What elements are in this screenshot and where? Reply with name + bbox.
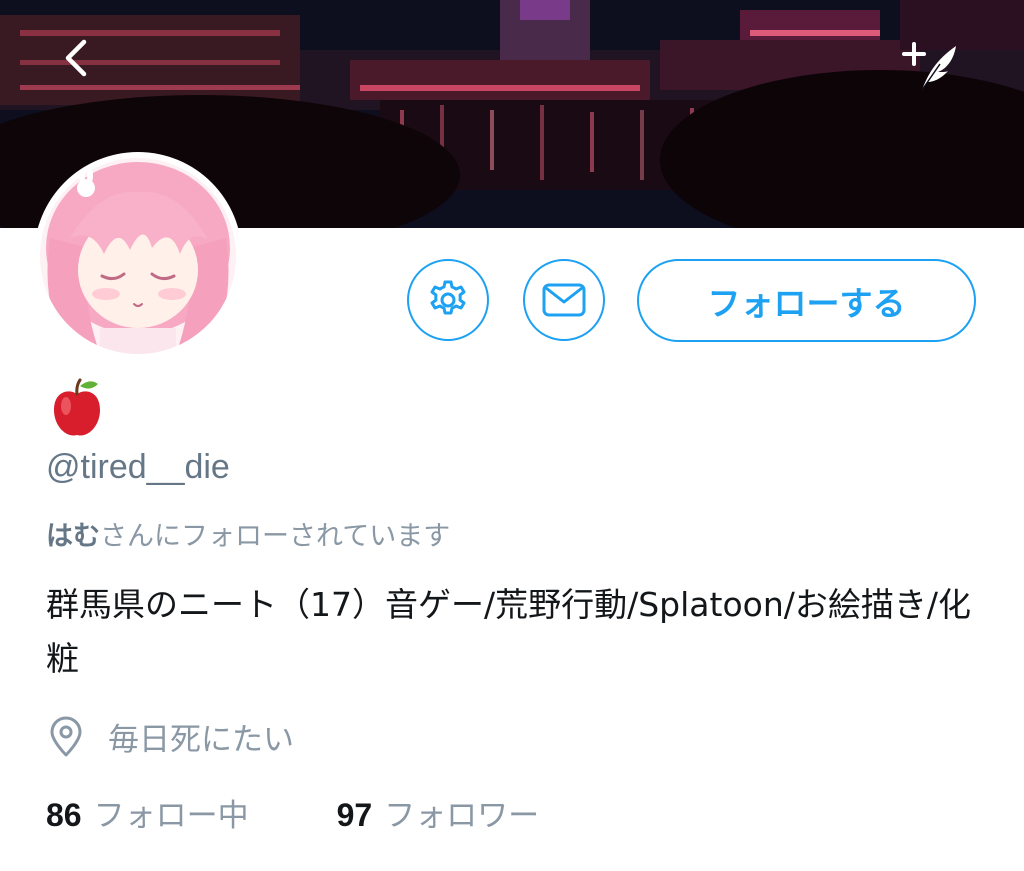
chevron-left-icon — [65, 39, 87, 77]
profile-handle: @tired__die — [46, 448, 230, 486]
envelope-icon — [542, 283, 586, 317]
location-pin-icon — [50, 716, 82, 756]
follower-name[interactable]: はむ — [46, 521, 100, 552]
following-count: 86 — [46, 797, 82, 833]
profile-stats: 86 フォロー中 97 フォロワー — [46, 790, 627, 835]
avatar-image — [40, 158, 236, 354]
following-label: フォロー中 — [93, 798, 249, 834]
gear-icon — [430, 280, 466, 315]
profile-bio: 群馬県のニート（17）音ゲー/荒野行動/Splatoon/お絵描き/化粧 — [46, 585, 971, 678]
followers-count: 97 — [336, 797, 373, 833]
direct-message-button[interactable] — [523, 259, 605, 341]
follow-button[interactable]: フォローする — [637, 259, 976, 342]
compose-tweet-icon — [902, 42, 956, 91]
back-button[interactable] — [60, 38, 116, 94]
red-apple-emoji — [54, 378, 100, 436]
followers-stat[interactable]: 97 フォロワー — [337, 790, 540, 835]
profile-location: 毎日死にたい — [46, 714, 294, 759]
display-name: 🍎 — [46, 378, 108, 442]
location-text: 毎日死にたい — [108, 722, 294, 758]
compose-tweet-button[interactable] — [900, 38, 970, 98]
followed-by-notice: はむさんにフォローされています — [46, 514, 450, 553]
profile-avatar[interactable] — [34, 152, 242, 360]
following-stat[interactable]: 86 フォロー中 — [46, 790, 249, 835]
settings-button[interactable] — [407, 259, 489, 341]
followed-by-text: さんにフォローされています — [100, 521, 451, 552]
followers-label: フォロワー — [384, 798, 540, 834]
